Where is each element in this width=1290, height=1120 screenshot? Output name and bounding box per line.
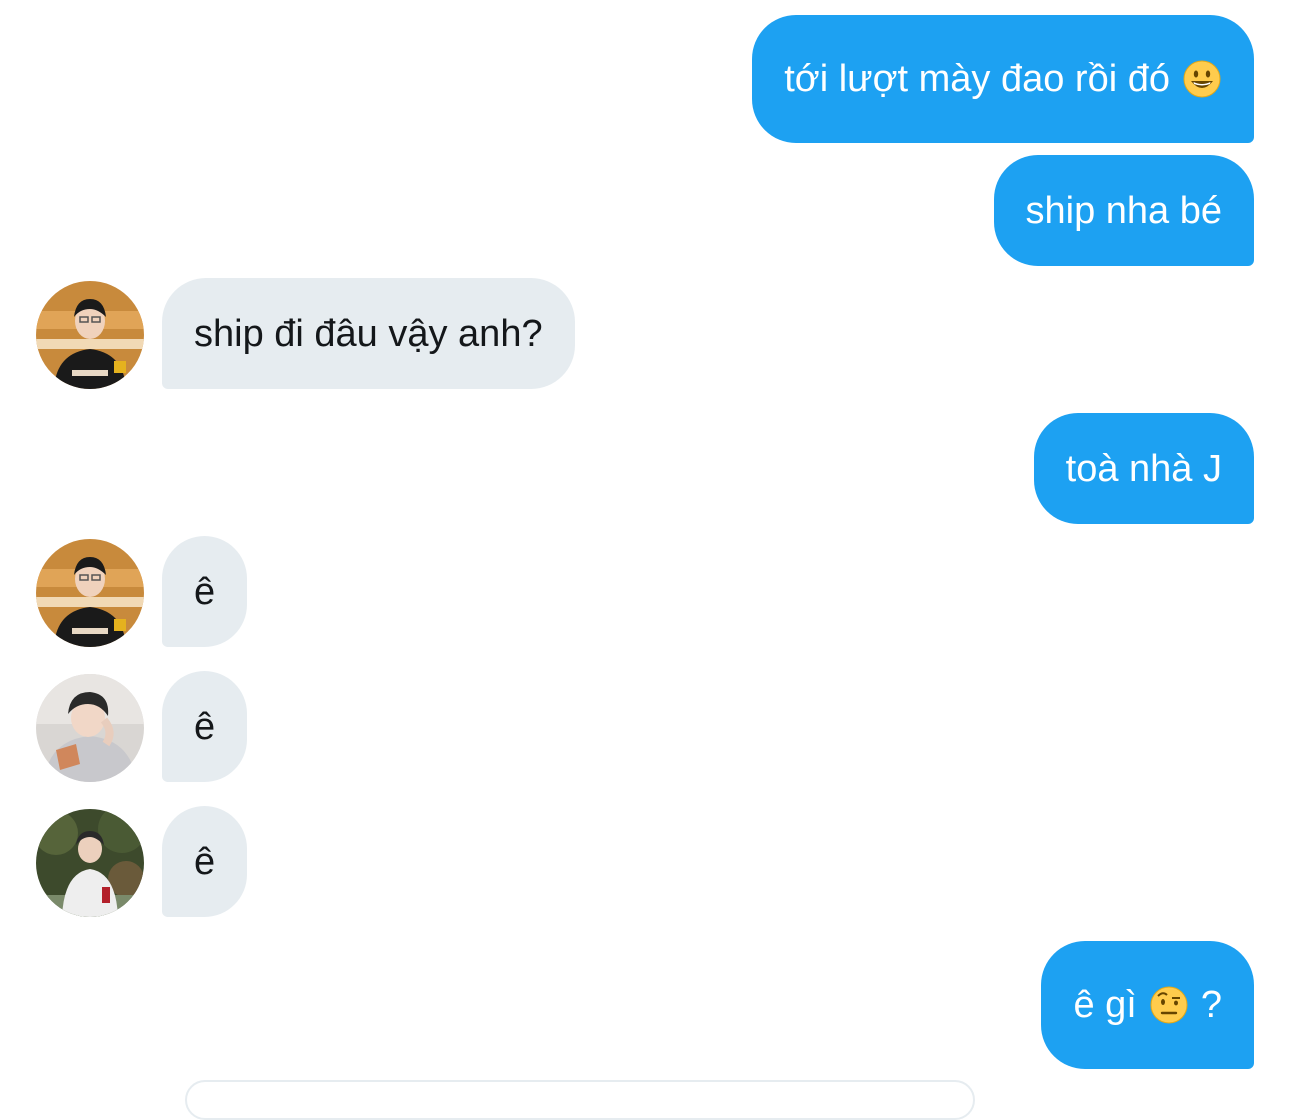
raised-eyebrow-emoji-icon — [1149, 985, 1189, 1025]
message-text: ship đi đâu vậy anh? — [194, 312, 543, 355]
message-text: ê — [194, 705, 216, 748]
avatar-photo-icon — [36, 809, 144, 917]
message-text: ship nha bé — [1025, 189, 1223, 232]
message-text: ê — [194, 840, 216, 883]
outgoing-message-bubble[interactable]: ê gì ? — [1041, 941, 1254, 1069]
incoming-message-bubble[interactable]: ê — [162, 536, 248, 647]
message-composer[interactable] — [185, 1080, 975, 1120]
message-text: ê — [194, 570, 216, 613]
avatar-user-1[interactable] — [36, 281, 144, 389]
avatar-user-1[interactable] — [36, 539, 144, 647]
avatar-photo-icon — [36, 281, 144, 389]
avatar-user-2[interactable] — [36, 674, 144, 782]
smiley-emoji-icon — [1182, 59, 1222, 99]
message-text: ? — [1200, 984, 1222, 1026]
avatar-user-3[interactable] — [36, 809, 144, 917]
message-text: toà nhà J — [1065, 447, 1222, 490]
message-text: ê gì — [1073, 984, 1137, 1026]
incoming-message-bubble[interactable]: ê — [162, 806, 248, 917]
outgoing-message-bubble[interactable]: ship nha bé — [993, 155, 1254, 266]
outgoing-message-bubble[interactable]: toà nhà J — [1033, 413, 1254, 524]
avatar-photo-icon — [36, 539, 144, 647]
message-text: tới lượt mày đao rồi đó — [784, 58, 1170, 100]
outgoing-message-bubble[interactable]: tới lượt mày đao rồi đó — [752, 15, 1254, 143]
avatar-photo-icon — [36, 674, 144, 782]
incoming-message-bubble[interactable]: ê — [162, 671, 248, 782]
incoming-message-bubble[interactable]: ship đi đâu vậy anh? — [162, 278, 575, 389]
